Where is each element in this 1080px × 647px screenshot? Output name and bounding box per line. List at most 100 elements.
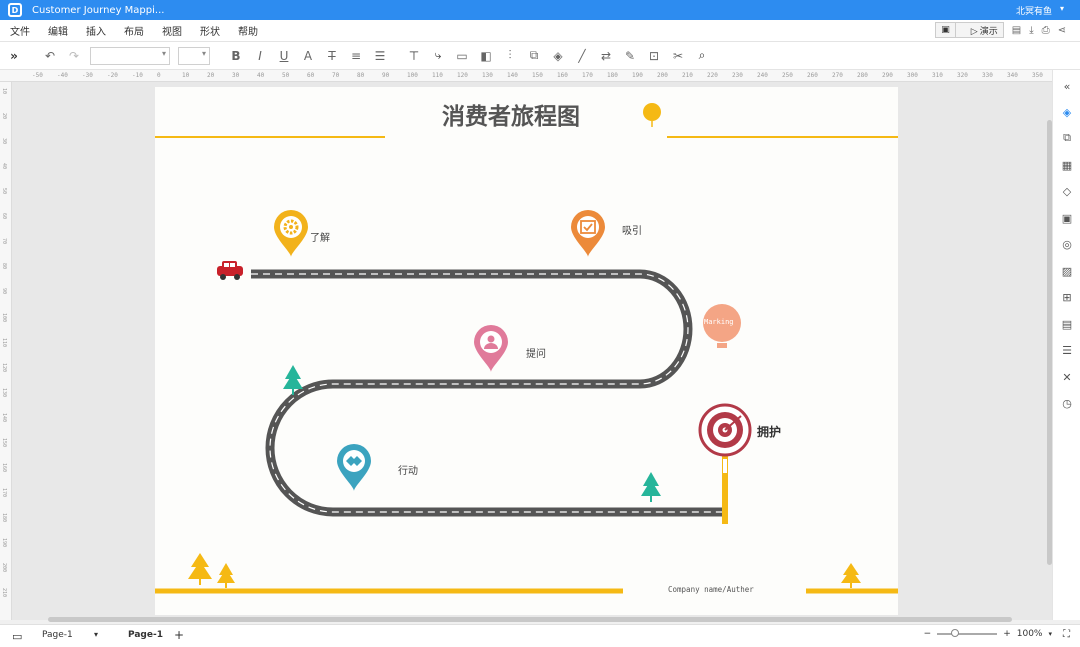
add-page-icon[interactable]: + bbox=[174, 628, 184, 642]
gantt-icon[interactable]: ☰ bbox=[1059, 342, 1075, 358]
underline-icon[interactable]: U bbox=[272, 49, 296, 63]
org-chart-icon[interactable]: ⊞ bbox=[1059, 289, 1075, 305]
balloon-label[interactable]: Marking bbox=[704, 318, 734, 326]
document-title: Customer Journey Mappi... bbox=[32, 4, 165, 16]
share-icon[interactable]: ⋖ bbox=[1058, 25, 1066, 36]
footer-company-label[interactable]: Company name/Auther bbox=[668, 585, 754, 594]
stage-label-advocate[interactable]: 拥护 bbox=[757, 423, 781, 440]
expand-panel-icon[interactable]: » bbox=[0, 49, 28, 63]
crop-icon[interactable]: ⧉ bbox=[522, 48, 546, 63]
layers-icon[interactable]: ◇ bbox=[1059, 183, 1075, 199]
ruler-tick-label: 70 bbox=[332, 72, 340, 79]
ruler-tick-label: 100 bbox=[407, 72, 418, 79]
ruler-tick-label: 210 bbox=[682, 72, 693, 79]
fill-icon[interactable]: ◈ bbox=[546, 49, 570, 63]
save-icon[interactable]: ▤ bbox=[1012, 25, 1021, 36]
zoom-level[interactable]: 100% bbox=[1017, 629, 1043, 639]
clear-format-icon[interactable]: T̶ bbox=[320, 49, 344, 63]
fill-style-icon[interactable]: ◈ bbox=[1059, 104, 1075, 120]
image-icon[interactable]: ▨ bbox=[1059, 263, 1075, 279]
chevron-down-icon[interactable]: ▾ bbox=[94, 630, 98, 639]
menu-bar: 文件 编辑 插入 布局 视图 形状 帮助 ▣ ▷ 演示 ▤ ⤓ ⎙ ⋖ bbox=[0, 20, 1080, 42]
ruler-tick-label: 80 bbox=[357, 72, 365, 79]
person-pin-icon bbox=[474, 325, 508, 372]
title-balloon-icon bbox=[643, 103, 661, 127]
present-button[interactable]: ▷ 演示 bbox=[966, 24, 1003, 37]
line-style-icon[interactable]: ⇄ bbox=[594, 49, 618, 63]
ruler-tick-label: 10 bbox=[182, 72, 190, 79]
page-setup-icon[interactable]: ⧉ bbox=[1059, 130, 1075, 146]
database-icon[interactable]: ◎ bbox=[1059, 236, 1075, 252]
align-shapes-icon[interactable]: ⫶ bbox=[498, 48, 522, 63]
lock-icon[interactable]: ⊡ bbox=[642, 49, 666, 63]
page-select-label: Page-1 bbox=[42, 630, 73, 640]
ruler-tick-label: 200 bbox=[657, 72, 668, 79]
line-spacing-icon[interactable]: ☰ bbox=[368, 49, 392, 63]
grid-icon[interactable]: ▦ bbox=[1059, 157, 1075, 173]
ruler-top: -50 -40 -30 -20 -10 0 10 20 30 40 50 60 70 80 90 100 110… bbox=[28, 70, 1052, 82]
diagram-title[interactable]: 消费者旅程图 bbox=[442, 97, 580, 131]
edit-shape-icon[interactable]: ✎ bbox=[618, 49, 642, 63]
shadow-icon[interactable]: ◧ bbox=[474, 49, 498, 63]
export-icon[interactable]: ▤ bbox=[1059, 316, 1075, 332]
horizontal-scrollbar[interactable] bbox=[48, 617, 1012, 622]
search-icon[interactable]: ⌕ bbox=[690, 48, 714, 63]
tree-icon bbox=[841, 563, 861, 588]
page-view-icon[interactable]: ▭ bbox=[12, 630, 22, 643]
ruler-tick-label: 210 bbox=[1, 588, 7, 598]
ruler-left: 10 20 30 40 50 60 70 80 90 100 110 120 130 140 150 160 1… bbox=[0, 82, 12, 620]
redo-icon[interactable]: ↷ bbox=[62, 49, 86, 63]
history-icon[interactable]: ◷ bbox=[1059, 395, 1075, 411]
menu-help[interactable]: 帮助 bbox=[229, 23, 267, 38]
canvas-area[interactable]: 消费者旅程图 了解 吸引 提问 行动 拥护 Marking Company na… bbox=[12, 82, 1052, 620]
download-icon[interactable]: ⤓ bbox=[1029, 25, 1033, 36]
chevron-down-icon[interactable]: ▾ bbox=[1048, 630, 1052, 638]
bold-icon[interactable]: B bbox=[224, 49, 248, 63]
slideshow-icon[interactable]: ▣ bbox=[936, 25, 955, 35]
menu-edit[interactable]: 编辑 bbox=[39, 23, 77, 38]
shuffle-icon[interactable]: ✕ bbox=[1059, 369, 1075, 385]
page-select[interactable]: Page-1 bbox=[42, 630, 73, 640]
container-icon[interactable]: ▭ bbox=[450, 49, 474, 63]
car-icon bbox=[217, 261, 243, 280]
stage-label-attract[interactable]: 吸引 bbox=[622, 222, 642, 237]
fullscreen-icon[interactable]: ⛶ bbox=[1063, 629, 1070, 640]
ruler-tick-label: 160 bbox=[1, 463, 7, 473]
menu-layout[interactable]: 布局 bbox=[115, 23, 153, 38]
user-name[interactable]: 北冥有鱼 bbox=[1016, 4, 1052, 17]
zoom-knob[interactable] bbox=[951, 629, 960, 637]
print-icon[interactable]: ⎙ bbox=[1042, 25, 1050, 36]
page-tab-1[interactable]: Page-1 bbox=[128, 630, 163, 640]
ruler-tick-label: -40 bbox=[57, 72, 68, 79]
italic-icon[interactable]: I bbox=[248, 49, 272, 63]
align-icon[interactable]: ≡ bbox=[344, 49, 368, 63]
undo-icon[interactable]: ↶ bbox=[38, 49, 62, 63]
stage-label-ask[interactable]: 提问 bbox=[526, 345, 546, 360]
menu-insert[interactable]: 插入 bbox=[77, 23, 115, 38]
separator bbox=[954, 22, 966, 38]
chevron-down-icon[interactable]: ▾ bbox=[1060, 4, 1064, 13]
connector-icon[interactable]: ⤷ bbox=[426, 48, 450, 63]
zoom-out-icon[interactable]: − bbox=[924, 629, 932, 639]
stage-label-understand[interactable]: 了解 bbox=[310, 229, 330, 244]
menu-shape[interactable]: 形状 bbox=[191, 23, 229, 38]
ruler-tick-label: 120 bbox=[1, 363, 7, 373]
menu-file[interactable]: 文件 bbox=[0, 23, 39, 38]
zoom-slider[interactable] bbox=[937, 629, 998, 637]
menu-view[interactable]: 视图 bbox=[153, 23, 191, 38]
ruler-tick-label: 40 bbox=[257, 72, 265, 79]
font-family-select[interactable] bbox=[90, 46, 170, 65]
diagram-page[interactable]: 消费者旅程图 了解 吸引 提问 行动 拥护 Marking Company na… bbox=[155, 87, 898, 615]
collapse-panel-icon[interactable]: « bbox=[1059, 78, 1075, 94]
stage-label-act[interactable]: 行动 bbox=[398, 462, 418, 477]
line-color-icon[interactable]: ╱ bbox=[570, 49, 594, 63]
ruler-tick-label: 100 bbox=[1, 313, 7, 323]
presentation-icon[interactable]: ▣ bbox=[1059, 210, 1075, 226]
ruler-tick-label: 170 bbox=[1, 488, 7, 498]
font-color-icon[interactable]: A bbox=[296, 49, 320, 63]
ruler-tick-label: 20 bbox=[1, 113, 7, 120]
zoom-in-icon[interactable]: + bbox=[1003, 629, 1011, 639]
font-size-select[interactable] bbox=[178, 46, 210, 65]
tools-icon[interactable]: ✂ bbox=[666, 49, 690, 63]
text-box-icon[interactable]: ⊤ bbox=[402, 49, 426, 63]
